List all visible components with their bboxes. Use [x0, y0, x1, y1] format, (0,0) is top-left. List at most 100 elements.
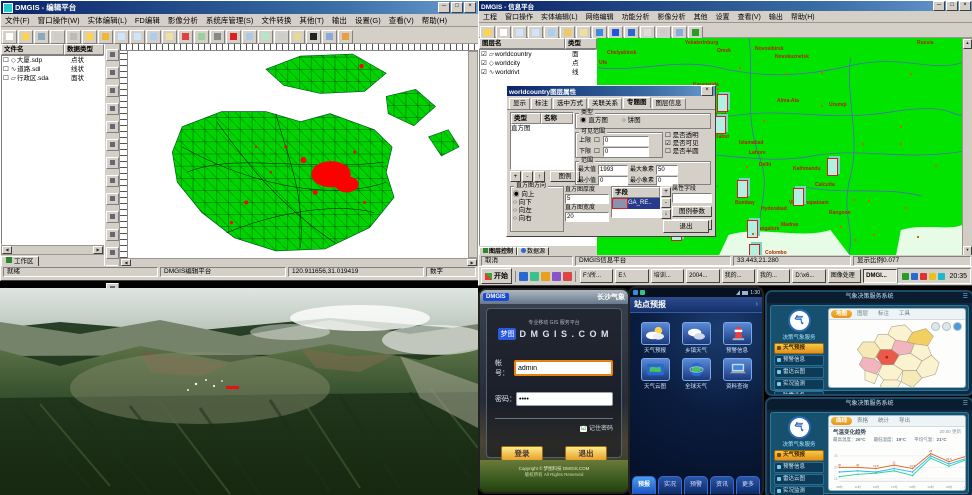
table-row[interactable]: ☑◇worldcity点	[480, 59, 596, 68]
zoom-in-icon[interactable]	[114, 30, 129, 44]
dialog-tab-标注[interactable]: 标注	[531, 98, 552, 109]
tile-globe[interactable]: 全球天气	[677, 358, 715, 390]
close-button[interactable]: ×	[959, 1, 971, 11]
clock[interactable]: 20:35	[949, 273, 967, 280]
editor-titlebar[interactable]: DMGIS - 编辑平台 ─ □ ×	[1, 1, 478, 14]
panel-tab-图层[interactable]: 图层	[852, 310, 873, 318]
panel-tab-工具[interactable]: 工具	[894, 310, 915, 318]
panel-tab-标注[interactable]: 标注	[873, 310, 894, 318]
province-map[interactable]	[831, 321, 966, 388]
printer2-icon[interactable]	[274, 30, 289, 44]
upper-input[interactable]: 0	[603, 136, 649, 146]
map-vscrollbar[interactable]	[468, 51, 478, 258]
menu-item-3[interactable]: FD编辑	[131, 14, 164, 27]
sidebar-item-2[interactable]: 雷达云图	[774, 367, 824, 378]
polygon-tool-icon[interactable]	[106, 103, 119, 115]
field-add-button[interactable]: +	[661, 187, 671, 197]
cut-icon[interactable]	[66, 30, 81, 44]
print-icon[interactable]	[50, 30, 65, 44]
table-row[interactable]: ☐∿道路.sdl线状	[2, 65, 103, 74]
menu-item-9[interactable]: 设置(G)	[351, 14, 385, 27]
taskbar-button-0[interactable]: F:\所...	[580, 269, 613, 283]
measure-tool-icon[interactable]	[106, 211, 119, 223]
menu-item-6[interactable]: 其他	[690, 11, 712, 23]
menu-item-5[interactable]: 系统库管理(S)	[202, 14, 258, 27]
field-list[interactable]: 字段 GA_RE..	[611, 186, 661, 218]
snap-tool-icon[interactable]	[106, 229, 119, 241]
quicklaunch-icon-3[interactable]	[552, 272, 561, 281]
radio-right[interactable]: ○ 向右	[513, 215, 561, 223]
list-item-histogram[interactable]: 直方图	[511, 124, 573, 133]
zoom-window-icon[interactable]	[146, 30, 161, 44]
field-down-button[interactable]: ↓	[661, 209, 671, 219]
minimize-button[interactable]: ─	[438, 2, 450, 13]
dialog-titlebar[interactable]: worldcountry图层属性 ×	[507, 86, 715, 96]
column-filename[interactable]: 文件名	[1, 44, 64, 55]
start-button[interactable]: 开始	[481, 268, 512, 284]
radio-pie[interactable]: ○ 饼图	[622, 117, 641, 125]
sidebar-item-0[interactable]: 天气预报	[774, 343, 824, 354]
taskbar-button-3[interactable]: 2004...	[686, 269, 719, 283]
temperature-trend-chart[interactable]: 15202508时11时14时17时20时23时02时05时202019.521…	[829, 444, 966, 490]
file-panel-hscrollbar[interactable]: ◀▶	[1, 245, 104, 255]
taskbar-button-7[interactable]: 图像处理	[828, 269, 861, 283]
menu-item-6[interactable]: 文件转换	[257, 14, 295, 27]
min-input[interactable]: 0	[598, 176, 628, 186]
login-button[interactable]: 登录	[501, 446, 543, 461]
menu-item-1[interactable]: 窗口操作	[501, 11, 537, 23]
black-square-icon[interactable]	[306, 30, 321, 44]
ruler-icon[interactable]	[290, 30, 305, 44]
flag-icon[interactable]	[178, 30, 193, 44]
dialog-tab-选中方式[interactable]: 选中方式	[553, 98, 587, 109]
menu-item-8[interactable]: 查看(V)	[734, 11, 765, 23]
scale-icon[interactable]	[322, 30, 337, 44]
column-layertype[interactable]: 类型	[565, 38, 597, 49]
stop-icon[interactable]	[226, 30, 241, 44]
panel-tab-地图[interactable]: 地图	[831, 310, 852, 318]
row-checkbox[interactable]: ☐	[3, 65, 9, 74]
folder2-icon[interactable]	[98, 30, 113, 44]
menu-icon[interactable]: ☰	[963, 399, 968, 410]
taskbar-button-4[interactable]: 我的...	[722, 269, 755, 283]
menu-item-11[interactable]: 帮助(H)	[418, 14, 451, 27]
grid-tool-icon[interactable]	[106, 157, 119, 169]
select-tool-icon[interactable]	[106, 49, 119, 61]
taskbar-button-5[interactable]: 我的...	[757, 269, 790, 283]
remember-row[interactable]: ☑ 记住密码	[495, 423, 613, 432]
erase-tool-icon[interactable]	[106, 247, 119, 259]
menu-icon[interactable]: ☰	[963, 292, 968, 303]
tile-beacon[interactable]: 预警信息	[718, 322, 756, 354]
radio-histogram[interactable]: ◉ 直方图	[580, 117, 608, 125]
dialog-close-button[interactable]: ×	[701, 86, 713, 96]
row-checkbox[interactable]: ☑	[481, 59, 487, 68]
panel-tab-表格[interactable]: 表格	[852, 417, 873, 425]
lower-checkbox[interactable]: ☐	[594, 148, 600, 156]
tile-clouds[interactable]: 乡镇天气	[677, 322, 715, 354]
panel-tab-统计[interactable]: 统计	[873, 417, 894, 425]
dialog-tab-图层信息[interactable]: 图层信息	[652, 98, 686, 109]
menu-item-10[interactable]: 查看(V)	[385, 14, 418, 27]
folder-icon[interactable]	[82, 30, 97, 44]
editor-map-canvas[interactable]	[128, 51, 468, 258]
table-row[interactable]: ☐▱行政区.sda面状	[2, 74, 103, 83]
field-selected[interactable]: GA_RE..	[628, 198, 660, 209]
open-icon[interactable]	[18, 30, 33, 44]
thickness-input[interactable]: 5	[565, 194, 609, 204]
attribute-input[interactable]	[672, 193, 712, 203]
menu-item-2[interactable]: 实体编辑(L)	[84, 14, 131, 27]
terrain-3d-view[interactable]	[0, 288, 478, 495]
tile-earth-map[interactable]: 天气云图	[636, 358, 674, 390]
new-icon[interactable]	[2, 30, 17, 44]
dialog-tab-关联关系[interactable]: 关联关系	[588, 98, 622, 109]
sidebar-item-3[interactable]: 实况监测	[774, 379, 824, 390]
taskbar-button-6[interactable]: D:\x6...	[792, 269, 825, 283]
radio-left[interactable]: ○ 向左	[513, 207, 561, 215]
line-tool-icon[interactable]	[106, 85, 119, 97]
sidebar-item-2[interactable]: 雷达云图	[774, 474, 824, 485]
nav-tab-预警[interactable]: 预警	[684, 476, 708, 494]
legend-params-button[interactable]: 图例参数	[672, 206, 712, 217]
save-icon[interactable]	[34, 30, 49, 44]
chevron-right-icon[interactable]: ›	[756, 301, 758, 308]
maxpx-input[interactable]: 50	[656, 165, 678, 175]
row-checkbox[interactable]: ☐	[3, 74, 9, 83]
